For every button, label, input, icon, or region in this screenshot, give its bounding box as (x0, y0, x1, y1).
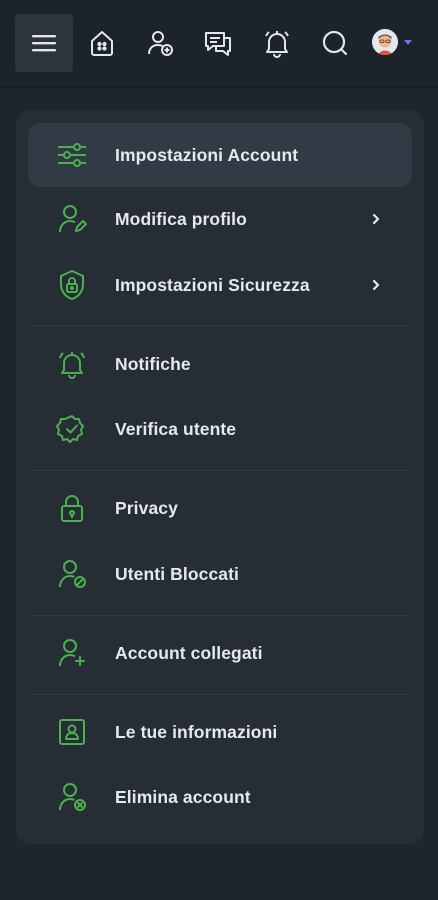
user-add-icon (56, 637, 88, 669)
menu-item-label: Privacy (115, 497, 178, 518)
lock-icon (56, 492, 88, 524)
menu-item-label: Utenti Bloccati (115, 563, 240, 584)
menu-button[interactable] (15, 14, 73, 72)
bell-icon (56, 348, 88, 380)
menu-item-label: Impostazioni Sicurezza (115, 274, 310, 295)
divider (28, 615, 412, 616)
user-blocked-icon (56, 558, 88, 590)
menu-item-security-settings[interactable]: Impostazioni Sicurezza (28, 253, 412, 317)
menu-item-account-settings[interactable]: Impostazioni Account (28, 123, 412, 187)
home-button[interactable] (73, 14, 131, 72)
user-edit-icon (56, 203, 88, 235)
chevron-right-icon (372, 213, 380, 225)
top-navigation-bar (0, 0, 438, 88)
home-icon (91, 31, 113, 56)
menu-item-label: Account collegati (115, 642, 263, 663)
user-remove-icon (56, 781, 88, 813)
menu-item-notifications[interactable]: Notifiche (28, 332, 412, 396)
menu-item-label: Elimina account (115, 786, 251, 807)
divider (28, 470, 412, 471)
add-user-icon (148, 31, 173, 56)
menu-item-label: Modifica profilo (115, 208, 247, 229)
menu-item-blocked-users[interactable]: Utenti Bloccati (28, 542, 412, 606)
bell-icon (265, 31, 289, 58)
menu-item-label: Impostazioni Account (115, 144, 299, 165)
settings-menu-panel: Impostazioni Account Modifica profilo Im… (16, 110, 424, 844)
divider (28, 325, 412, 326)
menu-item-delete-account[interactable]: Elimina account (28, 765, 412, 829)
avatar (372, 29, 398, 55)
chevron-right-icon (372, 279, 380, 291)
menu-item-verify-user[interactable]: Verifica utente (28, 397, 412, 461)
verified-badge-icon (56, 413, 88, 445)
menu-icon (32, 35, 56, 52)
add-friend-button[interactable] (131, 14, 189, 72)
sliders-icon (56, 139, 88, 171)
chevron-down-icon (404, 39, 412, 45)
menu-item-privacy[interactable]: Privacy (28, 476, 412, 540)
menu-item-label: Verifica utente (115, 418, 237, 439)
messages-icon (205, 32, 231, 56)
shield-lock-icon (56, 269, 88, 301)
messages-button[interactable] (189, 14, 247, 72)
id-card-icon (56, 716, 88, 748)
menu-item-label: Le tue informazioni (115, 721, 278, 742)
menu-item-linked-accounts[interactable]: Account collegati (28, 621, 412, 685)
menu-item-edit-profile[interactable]: Modifica profilo (28, 187, 412, 251)
menu-item-your-information[interactable]: Le tue informazioni (28, 700, 412, 764)
divider (28, 694, 412, 695)
search-icon (322, 30, 348, 56)
search-button[interactable] (306, 14, 364, 72)
menu-item-label: Notifiche (115, 353, 191, 374)
profile-menu[interactable] (372, 28, 418, 56)
notifications-button[interactable] (248, 14, 306, 72)
